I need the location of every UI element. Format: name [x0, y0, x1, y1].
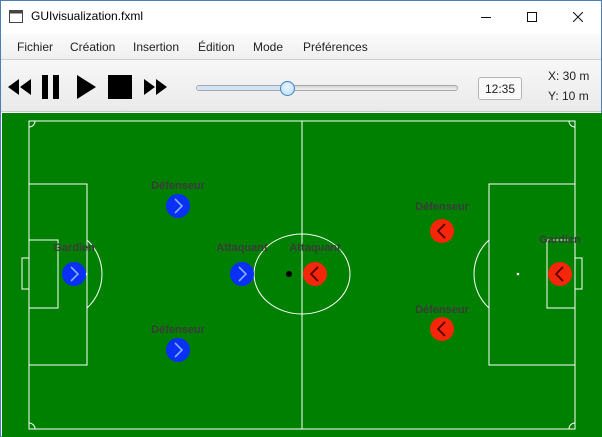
- blue-player-label: Défenseur: [151, 324, 206, 336]
- rewind-icon[interactable]: [7, 73, 33, 101]
- title-bar[interactable]: GUIvisualization.fxml: [1, 1, 601, 32]
- blue-player-label: Défenseur: [151, 180, 206, 192]
- fast-forward-icon[interactable]: [142, 73, 170, 101]
- red-player-label: Défenseur: [415, 201, 470, 213]
- timeline-slider-thumb[interactable]: [279, 81, 295, 96]
- blue-player-token[interactable]: [230, 262, 254, 286]
- pause-icon[interactable]: [40, 73, 62, 101]
- menu-insertion[interactable]: Insertion: [133, 40, 179, 54]
- window-title: GUIvisualization.fxml: [31, 9, 144, 23]
- time-display: 12:35: [478, 77, 522, 100]
- blue-player-token[interactable]: [166, 338, 190, 362]
- play-icon[interactable]: [74, 73, 98, 101]
- red-player-token[interactable]: [548, 262, 572, 286]
- minimize-icon: [481, 16, 491, 18]
- menu-edition[interactable]: Édition: [198, 40, 235, 54]
- red-player-token[interactable]: [430, 219, 454, 243]
- red-player-token[interactable]: [430, 317, 454, 341]
- coordinate-y-readout: Y: 10 m: [548, 89, 589, 103]
- blue-player-label: Gardien: [53, 242, 95, 254]
- coordinate-x-readout: X: 30 m: [548, 69, 590, 83]
- maximize-button[interactable]: [509, 1, 555, 32]
- menu-bar: Fichier Création Insertion Édition Mode …: [1, 34, 601, 60]
- blue-player-label: Attaquant: [216, 242, 268, 254]
- menu-mode[interactable]: Mode: [253, 40, 283, 54]
- minimize-button[interactable]: [463, 1, 509, 32]
- menu-fichier[interactable]: Fichier: [17, 40, 53, 54]
- timeline-slider[interactable]: [196, 85, 458, 91]
- close-button[interactable]: [555, 1, 601, 32]
- menu-creation[interactable]: Création: [70, 40, 115, 54]
- right-penalty-spot: [516, 272, 520, 276]
- red-player-token[interactable]: [303, 262, 327, 286]
- maximize-icon: [527, 11, 537, 22]
- blue-player-token[interactable]: [62, 262, 86, 286]
- red-player-label: Défenseur: [415, 304, 470, 316]
- app-window: GUIvisualization.fxml Fichier Création I…: [0, 0, 602, 437]
- timeline-slider-fill: [197, 86, 289, 90]
- app-window-icon: [9, 10, 23, 23]
- ball[interactable]: [286, 271, 292, 277]
- red-player-label: Gardien: [539, 234, 581, 246]
- red-player-label: Attaquant: [289, 242, 341, 254]
- close-icon: [573, 11, 583, 22]
- menu-preferences[interactable]: Préférences: [303, 40, 368, 54]
- soccer-field[interactable]: Gardien Défenseur Défenseur Attaquant Attaqu…: [2, 113, 602, 437]
- stop-icon[interactable]: [107, 73, 133, 101]
- blue-player-token[interactable]: [166, 194, 190, 218]
